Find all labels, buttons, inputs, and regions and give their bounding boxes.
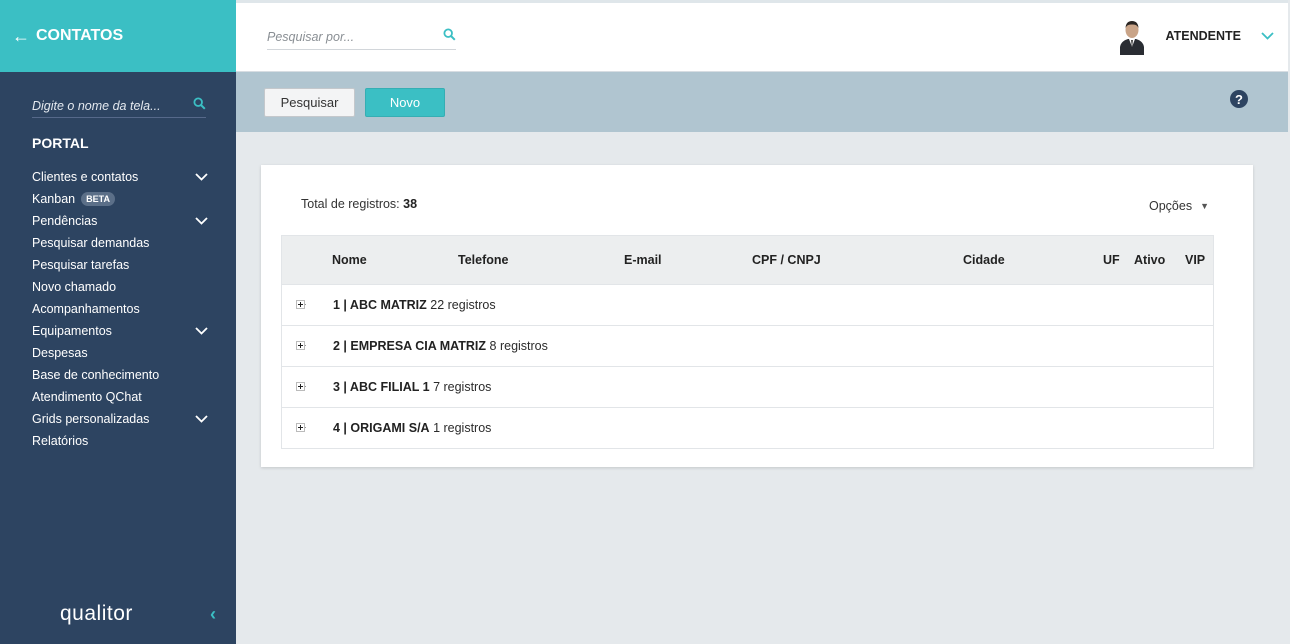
- sidebar-item-label: Pesquisar demandas: [32, 236, 150, 250]
- sidebar-item-base-conhecimento[interactable]: Base de conhecimento: [0, 364, 236, 386]
- group-name: 2 | EMPRESA CIA MATRIZ: [333, 339, 487, 353]
- group-row[interactable]: 4 | ORIGAMI S/A 1 registros: [282, 407, 1213, 448]
- chevron-down-icon[interactable]: [195, 415, 208, 423]
- results-panel: Total de registros: 38 Opções ▼ Nome Tel…: [261, 165, 1253, 467]
- help-icon[interactable]: ?: [1230, 90, 1248, 108]
- sidebar-item-label: Relatórios: [32, 434, 89, 448]
- global-search: [267, 25, 456, 50]
- column-header-email[interactable]: E-mail: [624, 253, 662, 267]
- group-row[interactable]: 3 | ABC FILIAL 1 7 registros: [282, 366, 1213, 407]
- group-label: 3 | ABC FILIAL 1 7 registros: [333, 380, 491, 394]
- sidebar: ← CONTATOS PORTAL Clientes e contatos Ka…: [0, 0, 236, 644]
- options-dropdown[interactable]: Opções ▼: [1149, 199, 1209, 213]
- sidebar-footer: qualitor ‹: [60, 602, 216, 626]
- group-label: 2 | EMPRESA CIA MATRIZ 8 registros: [333, 339, 548, 353]
- sidebar-item-label: Pesquisar tarefas: [32, 258, 130, 272]
- expand-icon[interactable]: [296, 300, 307, 311]
- contacts-grid: Nome Telefone E-mail CPF / CNPJ Cidade U…: [281, 235, 1214, 449]
- search-button[interactable]: Pesquisar: [264, 88, 355, 117]
- collapse-sidebar-icon[interactable]: ‹: [210, 604, 216, 625]
- sidebar-item-label: Grids personalizadas: [32, 412, 150, 426]
- user-menu[interactable]: ATENDENTE: [1118, 17, 1274, 55]
- column-header-vip[interactable]: VIP: [1185, 253, 1205, 267]
- global-search-input[interactable]: [267, 30, 427, 44]
- back-to-contacts[interactable]: ← CONTATOS: [0, 0, 236, 72]
- sidebar-item-label: Atendimento QChat: [32, 390, 142, 404]
- arrow-left-icon: ←: [12, 25, 30, 46]
- sidebar-item-equipamentos[interactable]: Equipamentos: [0, 320, 236, 342]
- column-header-cidade[interactable]: Cidade: [963, 253, 1005, 267]
- chevron-down-icon[interactable]: [195, 217, 208, 225]
- chevron-down-icon[interactable]: [195, 173, 208, 181]
- search-icon[interactable]: [193, 96, 206, 115]
- sidebar-item-label: Acompanhamentos: [32, 302, 140, 316]
- expand-icon[interactable]: [296, 423, 307, 434]
- options-label: Opções: [1148, 199, 1193, 213]
- section-title-portal: PORTAL: [32, 135, 89, 151]
- column-header-nome[interactable]: Nome: [332, 253, 367, 267]
- user-name: ATENDENTE: [1165, 29, 1241, 43]
- sidebar-search-input[interactable]: [32, 98, 182, 113]
- grid-header: Nome Telefone E-mail CPF / CNPJ Cidade U…: [282, 236, 1213, 284]
- qualitor-logo: qualitor: [60, 602, 133, 625]
- group-label: 4 | ORIGAMI S/A 1 registros: [333, 421, 491, 435]
- sidebar-item-label: Clientes e contatos: [32, 170, 139, 184]
- search-icon[interactable]: [443, 28, 456, 46]
- group-row[interactable]: 2 | EMPRESA CIA MATRIZ 8 registros: [282, 325, 1213, 366]
- sidebar-item-pesquisar-demandas[interactable]: Pesquisar demandas: [0, 232, 236, 254]
- group-count: 8 registros: [489, 339, 548, 353]
- group-count: 22 registros: [430, 298, 496, 312]
- column-header-uf[interactable]: UF: [1103, 253, 1120, 267]
- sidebar-item-pesquisar-tarefas[interactable]: Pesquisar tarefas: [0, 254, 236, 276]
- sidebar-item-label: Novo chamado: [32, 280, 117, 294]
- group-name: 1 | ABC MATRIZ: [333, 298, 427, 312]
- expand-icon[interactable]: [296, 341, 307, 352]
- chevron-down-icon[interactable]: [195, 327, 208, 335]
- total-label: Total de registros:: [301, 197, 400, 211]
- column-header-cpf-cnpj[interactable]: CPF / CNPJ: [752, 253, 821, 267]
- group-count: 1 registros: [433, 421, 492, 435]
- sidebar-item-label: Kanban: [32, 192, 76, 206]
- sidebar-search: [32, 94, 206, 118]
- group-name: 4 | ORIGAMI S/A: [333, 421, 430, 435]
- column-header-ativo[interactable]: Ativo: [1134, 253, 1165, 267]
- sidebar-item-grids-personalizadas[interactable]: Grids personalizadas: [0, 408, 236, 430]
- toolbar: Pesquisar Novo ?: [236, 72, 1288, 132]
- new-button[interactable]: Novo: [365, 88, 445, 117]
- group-row[interactable]: 1 | ABC MATRIZ 22 registros: [282, 284, 1213, 325]
- beta-badge: BETA: [81, 192, 115, 206]
- column-header-telefone[interactable]: Telefone: [458, 253, 508, 267]
- total-value: 38: [403, 197, 418, 211]
- sidebar-item-novo-chamado[interactable]: Novo chamado: [0, 276, 236, 298]
- caret-down-icon: ▼: [1200, 201, 1209, 211]
- sidebar-title: CONTATOS: [36, 27, 124, 44]
- group-label: 1 | ABC MATRIZ 22 registros: [333, 298, 496, 312]
- sidebar-item-label: Base de conhecimento: [32, 368, 160, 382]
- sidebar-item-label: Equipamentos: [32, 324, 112, 338]
- sidebar-item-pendencias[interactable]: Pendências: [0, 210, 236, 232]
- avatar: [1118, 17, 1146, 55]
- sidebar-item-acompanhamentos[interactable]: Acompanhamentos: [0, 298, 236, 320]
- sidebar-item-despesas[interactable]: Despesas: [0, 342, 236, 364]
- sidebar-item-label: Pendências: [32, 214, 98, 228]
- total-records: Total de registros: 38: [301, 197, 417, 211]
- group-name: 3 | ABC FILIAL 1: [333, 380, 430, 394]
- sidebar-item-label: Despesas: [32, 346, 88, 360]
- sidebar-item-kanban[interactable]: Kanban BETA: [0, 188, 236, 210]
- top-bar: ATENDENTE: [236, 3, 1288, 72]
- chevron-down-icon[interactable]: [1261, 27, 1274, 45]
- sidebar-menu: Clientes e contatos Kanban BETA Pendência…: [0, 166, 236, 452]
- group-count: 7 registros: [433, 380, 492, 394]
- sidebar-item-atendimento-qchat[interactable]: Atendimento QChat: [0, 386, 236, 408]
- expand-icon[interactable]: [296, 382, 307, 393]
- sidebar-item-clientes[interactable]: Clientes e contatos: [0, 166, 236, 188]
- sidebar-item-relatorios[interactable]: Relatórios: [0, 430, 236, 452]
